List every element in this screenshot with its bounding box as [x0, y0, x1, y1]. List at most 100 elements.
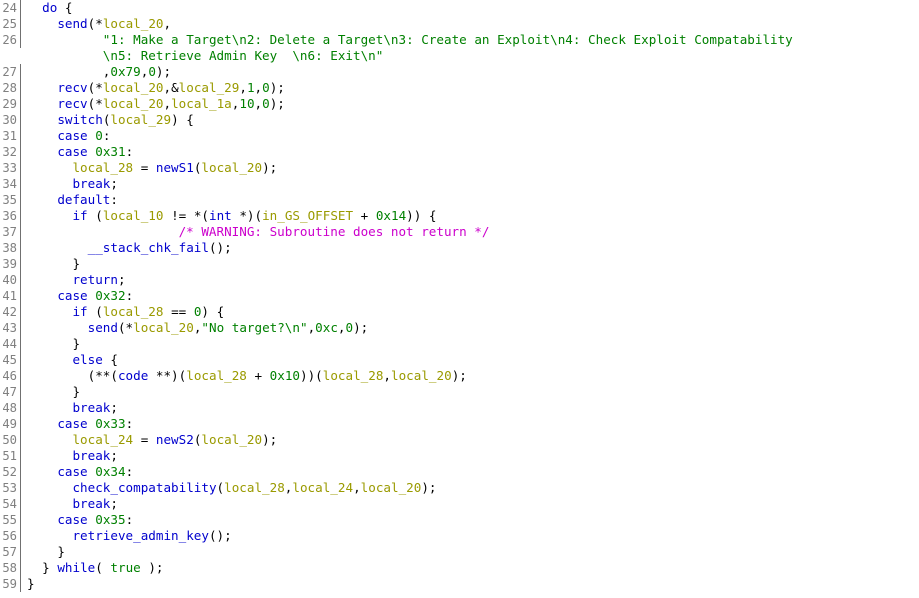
gutter-separator	[20, 256, 21, 272]
code-token-punct: =	[133, 160, 156, 175]
code-token-const: 1	[246, 80, 255, 95]
code-line[interactable]: 36 if (local_10 != *(int *)(in_GS_OFFSET …	[0, 208, 919, 224]
code-token-kw: do	[42, 0, 58, 15]
gutter-separator	[20, 272, 21, 288]
code-text: break;	[72, 448, 118, 464]
code-token-var: local_28	[224, 480, 285, 495]
code-line[interactable]: 54 break;	[0, 496, 919, 512]
code-line[interactable]: 52 case 0x34:	[0, 464, 919, 480]
gutter-separator	[20, 160, 21, 176]
code-token-var: local_20	[360, 480, 422, 495]
code-line[interactable]: 51 break;	[0, 448, 919, 464]
code-line[interactable]: 25 send(*local_20,	[0, 16, 919, 32]
code-line[interactable]: 37 /* WARNING: Subroutine does not return…	[0, 224, 919, 240]
code-token-punct: );	[353, 320, 369, 335]
code-token-punct: ,	[337, 320, 346, 335]
code-token-kw: switch	[57, 112, 103, 127]
code-token-punct: (	[216, 480, 225, 495]
code-token-punct: ))(	[300, 368, 323, 383]
code-text: local_28 = newS1(local_20);	[72, 160, 277, 176]
code-text: case 0x34:	[57, 464, 133, 480]
code-line[interactable]: 42 if (local_28 == 0) {	[0, 304, 919, 320]
code-line[interactable]: 53 check_compatability(local_28,local_24,…	[0, 480, 919, 496]
code-line[interactable]: 41 case 0x32:	[0, 288, 919, 304]
code-token-const: 0x79	[110, 64, 141, 79]
code-token-var: local_10	[102, 208, 164, 223]
code-line[interactable]: 34 break;	[0, 176, 919, 192]
code-line[interactable]: 43 send(*local_20,"No target?\n",0xc,0);	[0, 320, 919, 336]
line-number: 30	[2, 113, 17, 127]
code-token-kw: int	[208, 208, 232, 223]
code-line[interactable]: 31 case 0:	[0, 128, 919, 144]
code-line[interactable]: 47}	[0, 384, 919, 400]
code-line[interactable]: \n5: Retrieve Admin Key \n6: Exit\n"	[0, 48, 919, 64]
code-line[interactable]: 38 __stack_chk_fail();	[0, 240, 919, 256]
code-text: case 0x32:	[57, 288, 133, 304]
code-token-punct: ) {	[201, 304, 225, 319]
code-token-punct: ,	[163, 16, 172, 31]
code-line[interactable]: 46 (**(code **)(local_28 + 0x10))(local_2…	[0, 368, 919, 384]
code-line[interactable]: 39}	[0, 256, 919, 272]
line-number: 51	[2, 449, 17, 463]
code-token-punct: (	[87, 304, 103, 319]
code-token-punct: ;	[110, 448, 118, 463]
code-line[interactable]: 27 ,0x79,0);	[0, 64, 919, 80]
code-line[interactable]: 26 "1: Make a Target\n2: Delete a Target\…	[0, 32, 919, 48]
code-token-punct: ,	[254, 80, 263, 95]
code-line[interactable]: 59}	[0, 576, 919, 592]
line-number: 32	[2, 145, 17, 159]
code-token-kw: if	[72, 304, 88, 319]
code-line[interactable]: 45 else {	[0, 352, 919, 368]
decompiler-code-view[interactable]: 24 do {25 send(*local_20, 26 "1: Make a Targ…	[0, 0, 919, 598]
gutter-separator	[20, 528, 21, 544]
code-line[interactable]: 30 switch(local_29) {	[0, 112, 919, 128]
code-line[interactable]: 28 recv(*local_20,&local_29,1,0);	[0, 80, 919, 96]
code-line[interactable]: 58} while( true );	[0, 560, 919, 576]
code-token-const: 0x14	[375, 208, 407, 223]
code-line[interactable]: 44}	[0, 336, 919, 352]
code-token-punct: :	[125, 512, 134, 527]
gutter-separator	[20, 576, 21, 592]
code-token-const: 0	[262, 80, 270, 95]
code-token-punct: ,&	[163, 80, 179, 95]
code-line[interactable]: 24 do {	[0, 0, 919, 16]
code-line[interactable]: 57}	[0, 544, 919, 560]
code-token-punct: );	[421, 480, 437, 495]
gutter-separator	[20, 352, 21, 368]
code-token-punct: :	[125, 464, 134, 479]
code-line[interactable]: 32 case 0x31:	[0, 144, 919, 160]
code-token-punct: }	[72, 336, 81, 351]
code-line[interactable]: 56 retrieve_admin_key();	[0, 528, 919, 544]
code-token-punct: (	[87, 208, 103, 223]
code-token-punct: );	[140, 560, 164, 575]
code-text: }	[72, 384, 80, 400]
code-line[interactable]: 48 break;	[0, 400, 919, 416]
code-token-fn: send	[57, 16, 88, 31]
line-number: 43	[2, 321, 17, 335]
line-number: 45	[2, 353, 17, 367]
code-line[interactable]: 50 local_24 = newS2(local_20);	[0, 432, 919, 448]
line-number: 40	[2, 273, 17, 287]
code-token-punct: ();	[208, 528, 232, 543]
gutter-separator	[20, 48, 21, 64]
gutter-separator	[20, 464, 21, 480]
line-number: 24	[2, 1, 17, 15]
gutter-separator	[20, 384, 21, 400]
line-number: 31	[2, 129, 17, 143]
gutter-separator	[20, 544, 21, 560]
code-text: ,0x79,0);	[103, 64, 171, 80]
code-line[interactable]: 35 default:	[0, 192, 919, 208]
code-token-var: local_20	[391, 368, 452, 383]
code-token-kw: code	[117, 368, 149, 383]
code-token-punct: *)(	[231, 208, 263, 223]
code-token-str: "1: Make a Target\n2: Delete a Target\n3…	[102, 32, 793, 47]
code-token-punct: (*	[87, 16, 103, 31]
code-line[interactable]: 29 recv(*local_20,local_1a,10,0);	[0, 96, 919, 112]
line-number: 49	[2, 417, 17, 431]
code-line[interactable]: 33 local_28 = newS1(local_20);	[0, 160, 919, 176]
code-line[interactable]: 40 return;	[0, 272, 919, 288]
code-token-punct: +	[246, 368, 270, 383]
code-token-const: 0	[345, 320, 354, 335]
code-line[interactable]: 49 case 0x33:	[0, 416, 919, 432]
code-line[interactable]: 55 case 0x35:	[0, 512, 919, 528]
